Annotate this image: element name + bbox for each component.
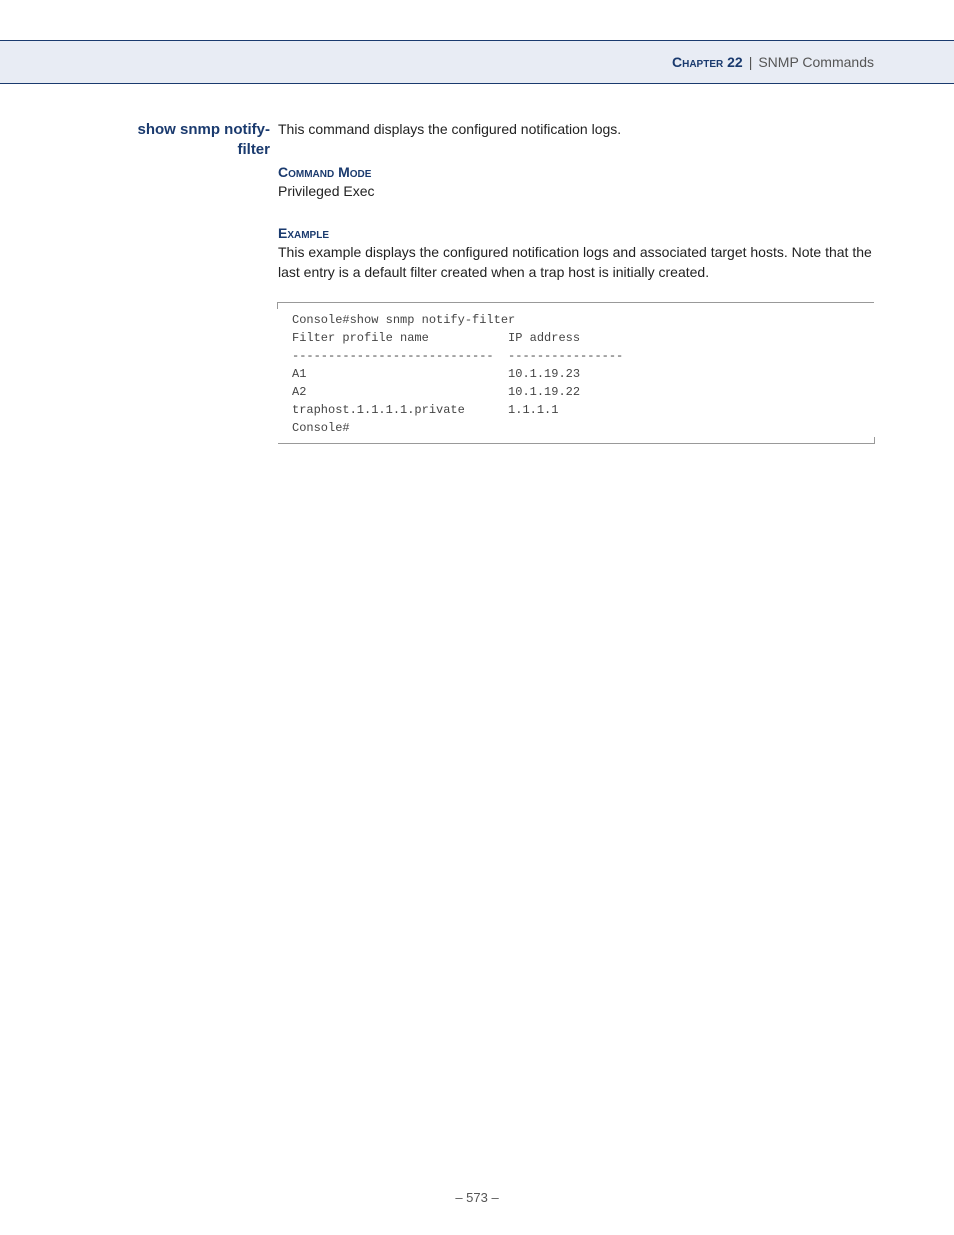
- console-output: Console#show snmp notify-filter Filter p…: [278, 302, 874, 444]
- content-area: show snmp notify- filter This command di…: [0, 120, 874, 444]
- command-name-column: show snmp notify- filter: [0, 120, 278, 159]
- example-text: This example displays the configured not…: [278, 243, 874, 282]
- chapter-label: Chapter 22: [672, 54, 743, 70]
- command-name-line1: show snmp notify-: [0, 120, 270, 140]
- section-title: SNMP Commands: [758, 54, 874, 70]
- command-mode-heading: Command Mode: [278, 164, 874, 180]
- command-row: show snmp notify- filter This command di…: [0, 120, 874, 444]
- page-header: Chapter 22 | SNMP Commands: [0, 40, 954, 84]
- command-description: This command displays the configured not…: [278, 120, 874, 140]
- page-number: – 573 –: [0, 1190, 954, 1205]
- command-mode-text: Privileged Exec: [278, 182, 874, 202]
- command-body-column: This command displays the configured not…: [278, 120, 874, 444]
- example-heading: Example: [278, 225, 874, 241]
- command-name-line2: filter: [0, 140, 270, 160]
- header-divider: |: [749, 54, 753, 70]
